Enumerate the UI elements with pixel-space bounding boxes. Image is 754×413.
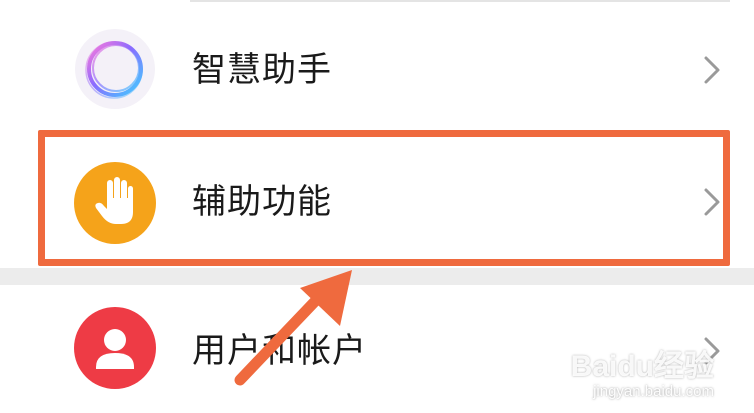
watermark-url: jingyan.baidu.com: [593, 383, 714, 400]
settings-item-label: 智慧助手: [192, 50, 332, 90]
divider: [190, 0, 730, 2]
assistant-ring-icon: [74, 28, 156, 114]
chevron-right-icon: [702, 54, 722, 90]
highlight-box: [38, 130, 730, 266]
pointer-arrow-icon: [230, 262, 360, 391]
user-icon: [74, 307, 156, 393]
settings-item-smart-assistant[interactable]: 智慧助手: [0, 8, 754, 128]
watermark-brand: Baidu经验: [570, 350, 714, 383]
baidu-jingyan-watermark: Baidu经验 jingyan.baidu.com: [554, 337, 714, 407]
